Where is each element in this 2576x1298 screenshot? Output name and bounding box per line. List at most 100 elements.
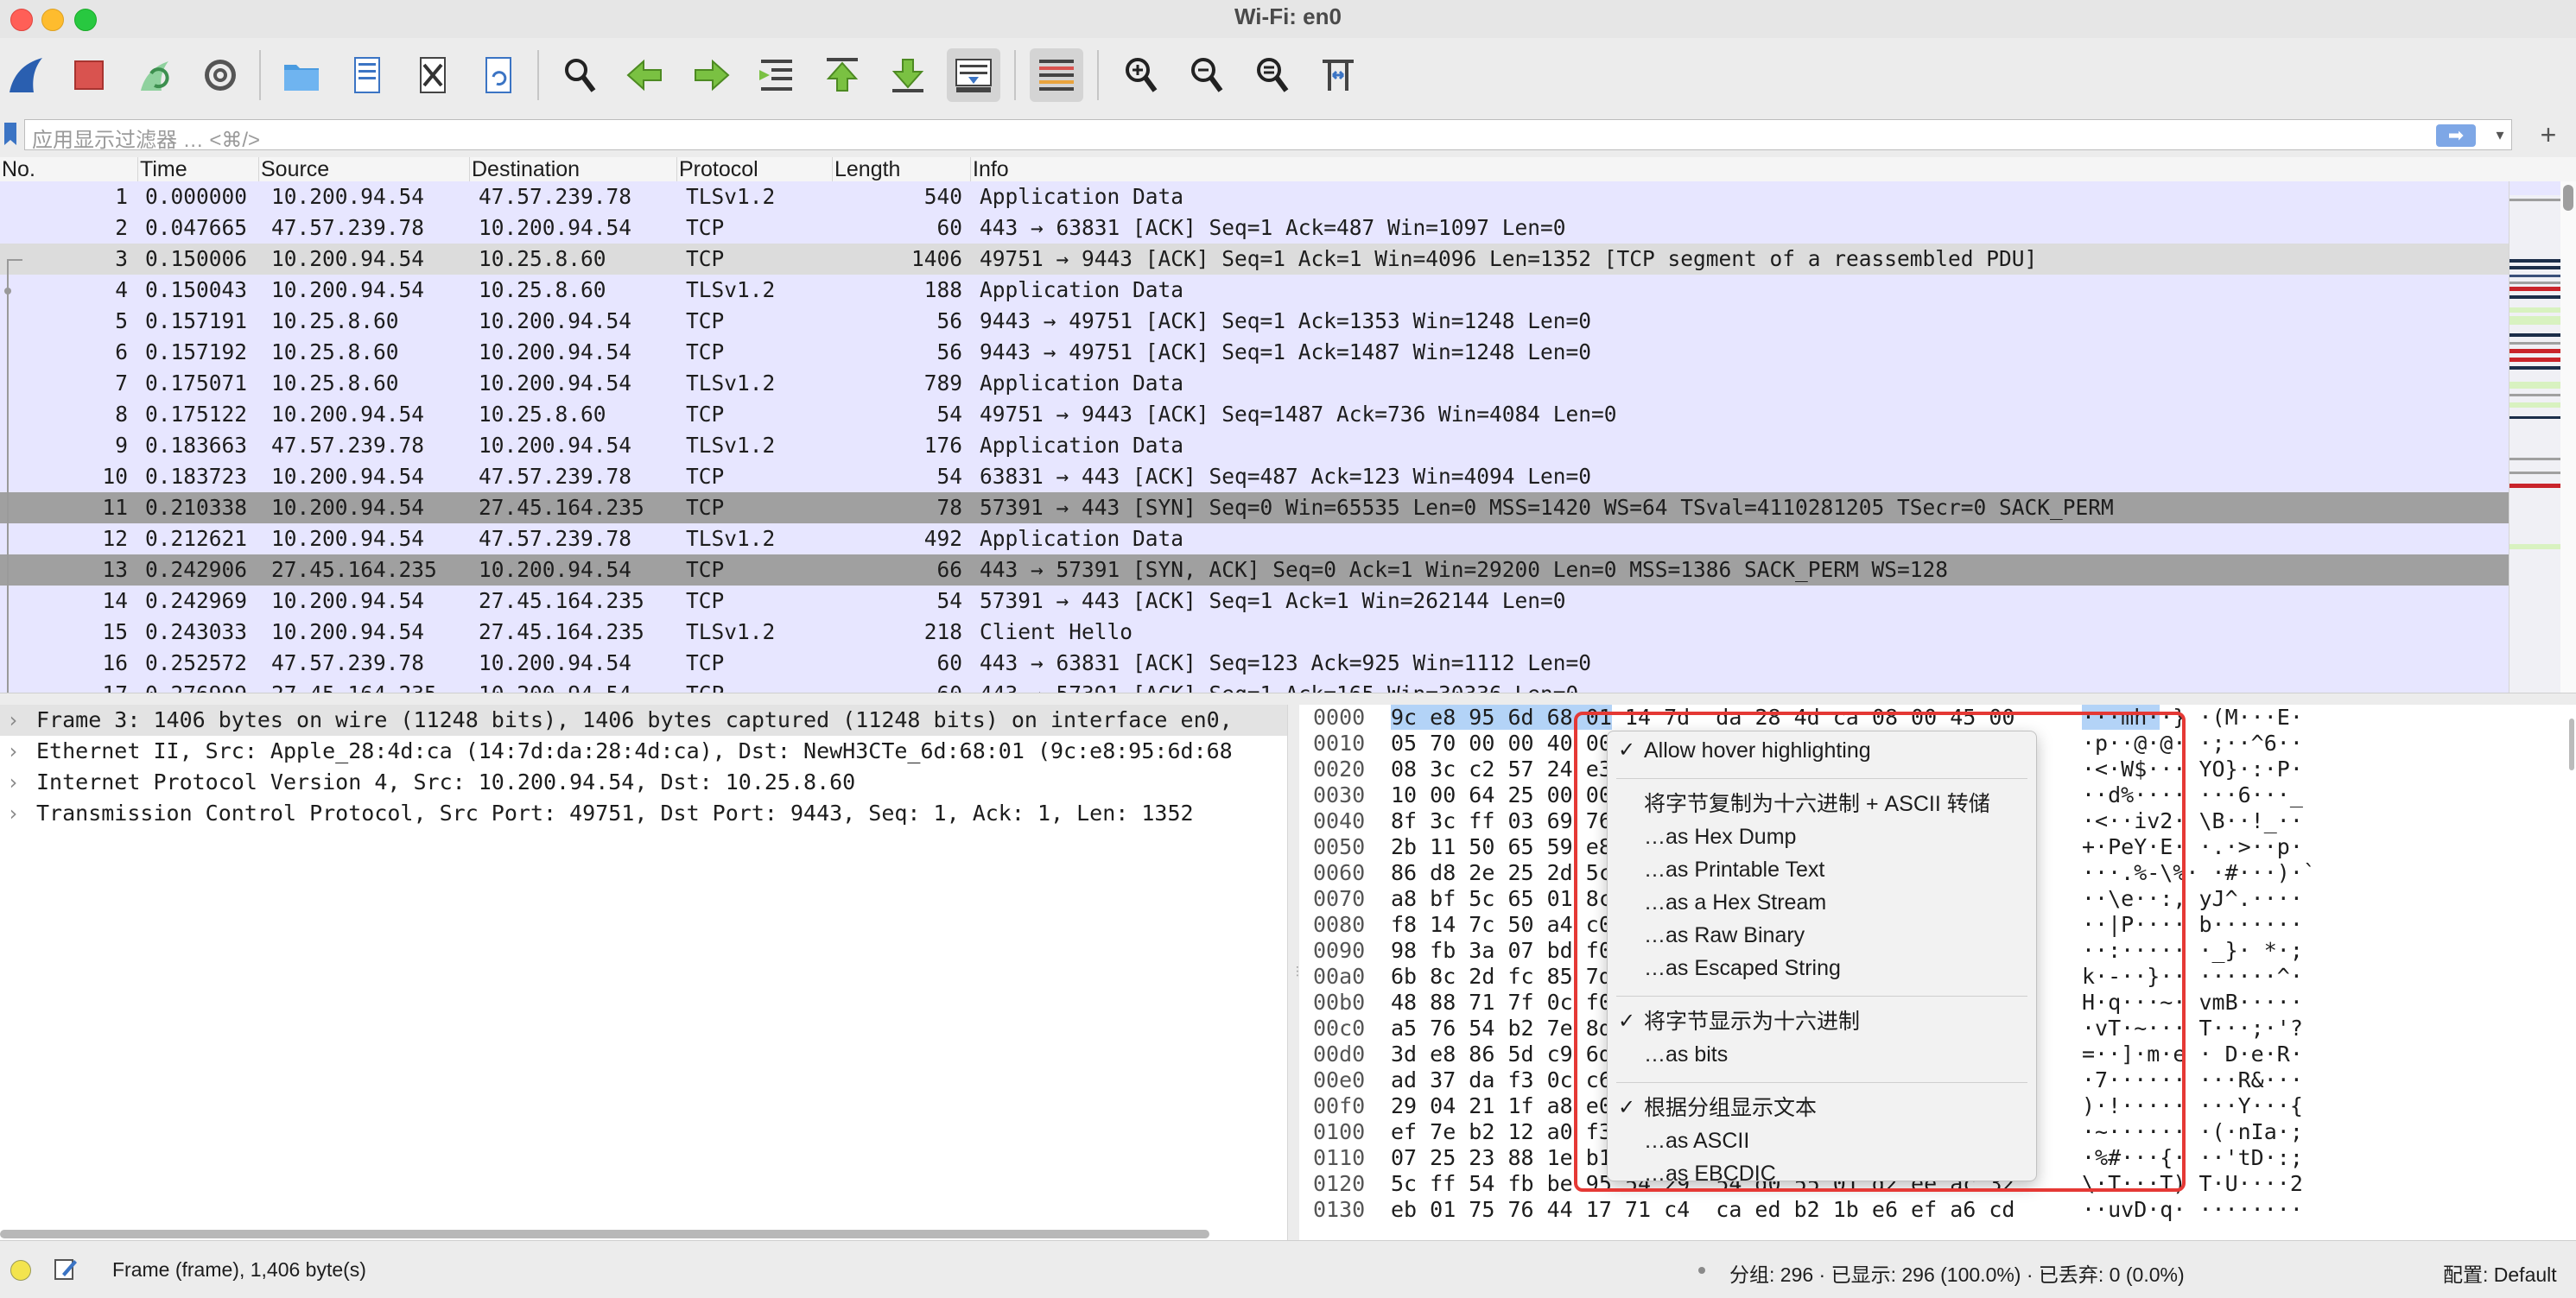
context-menu-item[interactable]: …as Raw Binary	[1608, 920, 2036, 951]
context-menu-item[interactable]: …as ASCII	[1608, 1125, 2036, 1156]
packet-row[interactable]: 16 0.252572 47.57.239.78 10.200.94.54 TCP 60 4…	[0, 648, 2509, 679]
packet-minimap[interactable]	[2509, 181, 2561, 693]
expert-info-led-icon[interactable]	[10, 1260, 31, 1281]
packet-row[interactable]: 8 0.175122 10.200.94.54 10.25.8.60 TCP 54 4975…	[0, 399, 2509, 430]
bytes-ascii[interactable]: ·<··iv2· \B··!_··	[2082, 808, 2303, 834]
bytes-offset[interactable]: 00f0	[1313, 1093, 1365, 1119]
context-menu-item[interactable]: …as EBCDIC	[1608, 1158, 2036, 1189]
context-menu-item[interactable]: ✓ 将字节显示为十六进制	[1608, 1006, 2036, 1037]
bytes-offset[interactable]: 0090	[1313, 938, 1365, 964]
bytes-ascii[interactable]: k·-··}·· ······^·	[2082, 964, 2303, 990]
bytes-offset[interactable]: 0020	[1313, 757, 1365, 782]
zoom-in-icon[interactable]	[1114, 48, 1168, 102]
close-file-icon[interactable]	[406, 48, 460, 102]
bytes-offset[interactable]: 0030	[1313, 782, 1365, 808]
bytes-ascii[interactable]: ···.%-\%· ·#···)·`	[2082, 860, 2316, 886]
bytes-offset[interactable]: 0000	[1313, 705, 1365, 731]
packet-row[interactable]: 3 0.150006 10.200.94.54 10.25.8.60 TCP 1406 49…	[0, 244, 2509, 275]
detail-tree-row[interactable]: › Internet Protocol Version 4, Src: 10.20…	[0, 767, 1287, 798]
save-file-icon[interactable]	[340, 48, 394, 102]
bytes-offset[interactable]: 0100	[1313, 1119, 1365, 1145]
bytes-offset[interactable]: 0040	[1313, 808, 1365, 834]
bytes-ascii[interactable]: =··]·m·e · D·e·R·	[2082, 1042, 2303, 1067]
bytes-offset[interactable]: 0130	[1313, 1197, 1365, 1223]
colorize-icon[interactable]	[1030, 48, 1083, 102]
context-menu-item[interactable]: …as bits	[1608, 1039, 2036, 1070]
restart-capture-icon[interactable]	[128, 48, 181, 102]
bytes-ascii[interactable]: ··\e··:, yJ^.····	[2082, 886, 2303, 912]
packet-row[interactable]: 5 0.157191 10.25.8.60 10.200.94.54 TCP 56 9443…	[0, 306, 2509, 337]
bytes-ascii[interactable]: ·7······ ···R&···	[2082, 1067, 2303, 1093]
capture-comment-icon[interactable]	[54, 1257, 78, 1281]
detail-tree-row[interactable]: › Transmission Control Protocol, Src Port…	[0, 798, 1287, 829]
context-menu-item[interactable]: ✓ Allow hover highlighting	[1608, 735, 2036, 766]
bytes-hex[interactable]: 9c e8 95 6d 68 01 14 7d da 28 4d ca 08 0…	[1391, 705, 2014, 731]
packet-row[interactable]: 4 0.150043 10.200.94.54 10.25.8.60 TLSv1.2 18…	[0, 275, 2509, 306]
context-menu-item[interactable]: …as Escaped String	[1608, 953, 2036, 984]
status-profile[interactable]: 配置: Default	[2443, 1258, 2557, 1288]
stop-square-icon[interactable]	[62, 48, 116, 102]
packet-row[interactable]: 9 0.183663 47.57.239.78 10.200.94.54 TLSv1.2…	[0, 430, 2509, 461]
packet-row[interactable]: 2 0.047665 47.57.239.78 10.200.94.54 TCP 60 44…	[0, 212, 2509, 244]
go-back-arrow-icon[interactable]	[619, 48, 672, 102]
bytes-offset[interactable]: 0120	[1313, 1171, 1365, 1197]
packet-row[interactable]: 15 0.243033 10.200.94.54 27.45.164.235 TLSv1…	[0, 617, 2509, 648]
column-header-info[interactable]: Info	[971, 157, 2576, 181]
find-magnifier-icon[interactable]	[553, 48, 606, 102]
zoom-out-icon[interactable]	[1180, 48, 1234, 102]
packet-list[interactable]: 1 0.000000 10.200.94.54 47.57.239.78 TLSv1.2…	[0, 181, 2509, 693]
bytes-ascii[interactable]: ·p··@·@· ·;··^6··	[2082, 731, 2303, 757]
bytes-ascii[interactable]: +·PeY·E· ·.·>··p·	[2082, 834, 2303, 860]
column-header-protocol[interactable]: Protocol	[677, 157, 833, 181]
filter-history-dropdown-icon[interactable]: ▾	[2488, 123, 2512, 147]
packet-row[interactable]: 7 0.175071 10.25.8.60 10.200.94.54 TLSv1.2 78…	[0, 368, 2509, 399]
packet-row[interactable]: 13 0.242906 27.45.164.235 10.200.94.54 TCP 66…	[0, 554, 2509, 586]
bytes-offset[interactable]: 0010	[1313, 731, 1365, 757]
bytes-ascii[interactable]: ··uvD·q· ········	[2082, 1197, 2303, 1223]
capture-options-gear-icon[interactable]	[194, 48, 247, 102]
packet-row[interactable]: 11 0.210338 10.200.94.54 27.45.164.235 TCP 78…	[0, 492, 2509, 523]
packet-details-pane[interactable]: › Frame 3: 1406 bytes on wire (11248 bits…	[0, 705, 1287, 1240]
bytes-ascii[interactable]: ··:····· ·_}· *·;	[2082, 938, 2303, 964]
shark-fin-start-icon[interactable]	[0, 48, 54, 102]
bytes-offset[interactable]: 00c0	[1313, 1016, 1365, 1042]
bytes-ascii[interactable]: ··|P···· b·······	[2082, 912, 2303, 938]
apply-filter-arrow-icon[interactable]: ➡	[2436, 124, 2476, 147]
bytes-ascii[interactable]: \·T···T) T·U····2	[2082, 1171, 2303, 1197]
column-header-destination[interactable]: Destination	[470, 157, 677, 181]
bytes-offset[interactable]: 00b0	[1313, 990, 1365, 1016]
expand-chevron-icon[interactable]: ›	[7, 767, 19, 798]
column-header-time[interactable]: Time	[138, 157, 259, 181]
reload-icon[interactable]	[472, 48, 525, 102]
expand-chevron-icon[interactable]: ›	[7, 736, 19, 767]
bytes-offset[interactable]: 0060	[1313, 860, 1365, 886]
context-menu-item[interactable]: ✓ 根据分组显示文本	[1608, 1092, 2036, 1124]
bytes-ascii[interactable]: )·!····· ···Y···{	[2082, 1093, 2303, 1119]
bytes-ascii[interactable]: H·q···~· vmB·····	[2082, 990, 2303, 1016]
bytes-offset[interactable]: 00e0	[1313, 1067, 1365, 1093]
packet-row[interactable]: 6 0.157192 10.25.8.60 10.200.94.54 TCP 56 9443…	[0, 337, 2509, 368]
bytes-ascii[interactable]: ·~······ ·(·nIa·;	[2082, 1119, 2303, 1145]
packet-row[interactable]: 12 0.212621 10.200.94.54 47.57.239.78 TLSv1.…	[0, 523, 2509, 554]
packet-row[interactable]: 1 0.000000 10.200.94.54 47.57.239.78 TLSv1.2…	[0, 181, 2509, 212]
bytes-ascii[interactable]: ·%#···{· ··'tD·:;	[2082, 1145, 2303, 1171]
last-packet-icon[interactable]	[881, 48, 935, 102]
packet-row[interactable]: 10 0.183723 10.200.94.54 47.57.239.78 TCP 54 6…	[0, 461, 2509, 492]
packet-row[interactable]: 14 0.242969 10.200.94.54 27.45.164.235 TCP 54…	[0, 586, 2509, 617]
column-header-no[interactable]: No.	[0, 157, 138, 181]
packet-list-scrollbar[interactable]	[2560, 181, 2576, 693]
bytes-pane-scrollbar[interactable]	[2569, 719, 2574, 770]
bytes-ascii[interactable]: ·<·W$··· YO}·:·P·	[2082, 757, 2303, 782]
expand-chevron-icon[interactable]: ›	[7, 798, 19, 829]
context-menu-item[interactable]: …as a Hex Stream	[1608, 887, 2036, 918]
bytes-hex[interactable]: eb 01 75 76 44 17 71 c4 ca ed b2 1b e6 e…	[1391, 1197, 2014, 1223]
column-header-length[interactable]: Length	[833, 157, 971, 181]
bytes-ascii[interactable]: ·vT·~··· T···;·'?	[2082, 1016, 2303, 1042]
bytes-offset[interactable]: 0110	[1313, 1145, 1365, 1171]
bytes-offset[interactable]: 0080	[1313, 912, 1365, 938]
bytes-ascii[interactable]: ···mh··} ·(M···E·	[2082, 705, 2303, 731]
resize-columns-icon[interactable]	[1311, 48, 1365, 102]
context-menu-item[interactable]: …as Printable Text	[1608, 854, 2036, 885]
go-forward-arrow-icon[interactable]	[684, 48, 738, 102]
go-to-packet-icon[interactable]	[750, 48, 803, 102]
